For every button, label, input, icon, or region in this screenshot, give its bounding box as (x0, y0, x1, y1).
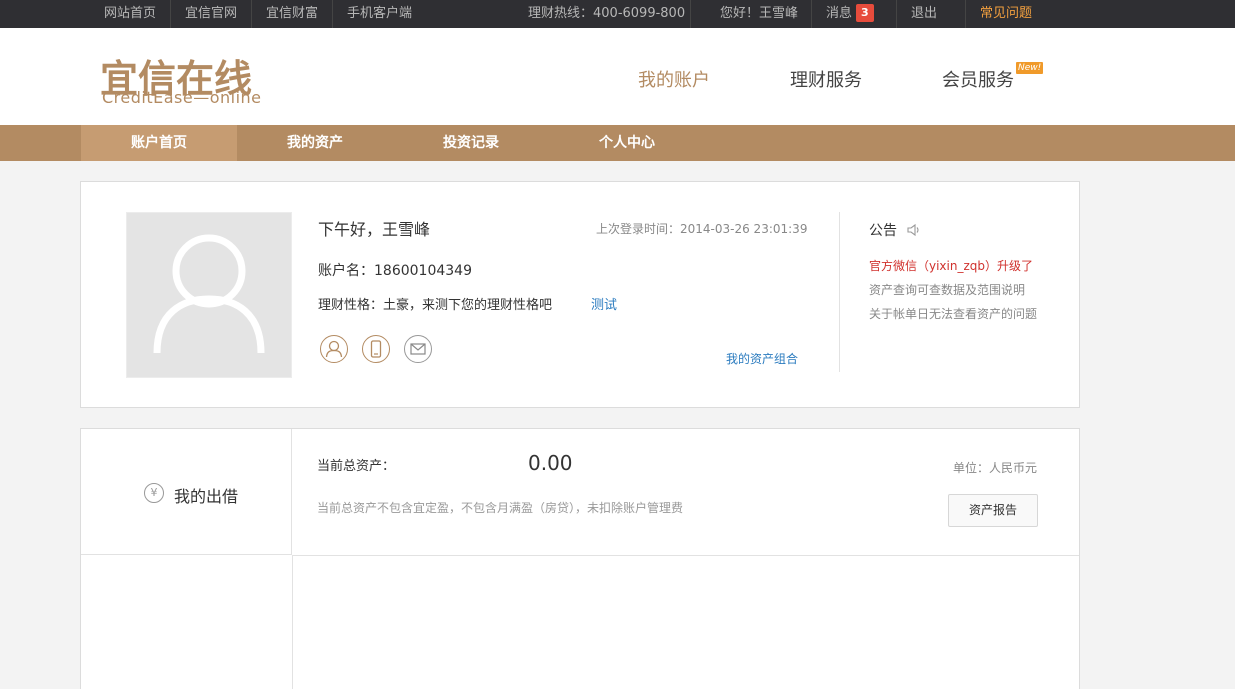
top-bar: 网站首页 宜信官网 宜信财富 手机客户端 理财热线：400-6099-800 您… (0, 0, 1235, 28)
risk-profile-text: 理财性格：土豪，来测下您的理财性格吧 (318, 298, 553, 313)
tab-investment-records[interactable]: 投资记录 (393, 125, 549, 161)
messages-label: 消息 (826, 6, 853, 21)
sub-navigation: 账户首页 我的资产 投资记录 个人中心 (0, 125, 1235, 161)
divider (251, 0, 252, 28)
divider (965, 0, 966, 28)
header: 宜信在线 CreditEase—online 我的账户 理财服务 会员服务 Ne… (0, 28, 1235, 125)
logo-text-en: CreditEase—online (102, 88, 262, 107)
user-icon[interactable] (320, 335, 348, 363)
link-site-home[interactable]: 网站首页 (104, 0, 156, 28)
divider (170, 0, 171, 28)
profile-card: 下午好，王雪峰 上次登录时间：2014-03-26 23:01:39 账户名：1… (80, 181, 1080, 408)
messages-link[interactable]: 消息 3 (826, 0, 874, 28)
avatar[interactable] (126, 212, 292, 378)
assets-card: ¥ 我的出借 当前总资产： 0.00 单位：人民币元 当前总资产不包含宜定盈，不… (80, 428, 1080, 689)
vertical-divider (292, 555, 293, 689)
tab-my-assets[interactable]: 我的资产 (237, 125, 393, 161)
lend-title: 我的出借 (174, 487, 239, 506)
account-name: 账户名：18600104349 (318, 263, 472, 279)
risk-test-link[interactable]: 测试 (591, 294, 617, 313)
faq-link[interactable]: 常见问题 (980, 0, 1032, 28)
nav-member-services[interactable]: 会员服务 (942, 66, 1014, 92)
speaker-icon (907, 223, 920, 237)
assets-note: 当前总资产不包含宜定盈，不包含月满盈（房贷），未扣除账户管理费 (317, 501, 684, 515)
announcement-item[interactable]: 官方微信（yixin_zqb）升级了 (869, 257, 1033, 274)
messages-count-badge: 3 (856, 4, 874, 22)
total-assets-value: 0.00 (528, 451, 573, 475)
announcement-title: 公告 (869, 220, 922, 240)
link-official-site[interactable]: 宜信官网 (185, 0, 237, 28)
horizontal-divider (292, 555, 1079, 556)
last-login-time: 上次登录时间：2014-03-26 23:01:39 (596, 222, 808, 236)
tab-account-home[interactable]: 账户首页 (81, 125, 237, 161)
divider (811, 0, 812, 28)
divider (896, 0, 897, 28)
asset-report-button[interactable]: 资产报告 (948, 494, 1038, 527)
nav-wealth-services[interactable]: 理财服务 (790, 66, 862, 92)
mail-icon[interactable] (404, 335, 432, 363)
lend-section-label: ¥ 我的出借 (81, 429, 292, 555)
total-assets-label: 当前总资产： (317, 459, 396, 474)
user-greeting: 您好！王雪峰 (720, 6, 799, 21)
hotline-text: 理财热线：400-6099-800 (528, 6, 686, 21)
currency-unit: 单位：人民币元 (953, 461, 1038, 475)
link-mobile-client[interactable]: 手机客户端 (347, 0, 412, 28)
phone-icon[interactable] (362, 335, 390, 363)
tab-personal-center[interactable]: 个人中心 (549, 125, 705, 161)
greeting-text: 下午好，王雪峰 (318, 220, 431, 239)
yen-icon: ¥ (144, 483, 164, 503)
nav-my-account[interactable]: 我的账户 (638, 66, 710, 92)
announcement-item[interactable]: 关于帐单日无法查看资产的问题 (869, 305, 1037, 322)
logout-link[interactable]: 退出 (911, 0, 937, 28)
vertical-divider (839, 212, 840, 372)
default-user-icon (153, 234, 265, 354)
new-badge: New! (1016, 62, 1044, 74)
asset-portfolio-link[interactable]: 我的资产组合 (726, 350, 798, 367)
announcement-item[interactable]: 资产查询可查数据及范围说明 (869, 281, 1025, 298)
announcement-label: 公告 (869, 223, 897, 239)
divider (690, 0, 691, 28)
divider (332, 0, 333, 28)
link-wealth[interactable]: 宜信财富 (266, 0, 318, 28)
